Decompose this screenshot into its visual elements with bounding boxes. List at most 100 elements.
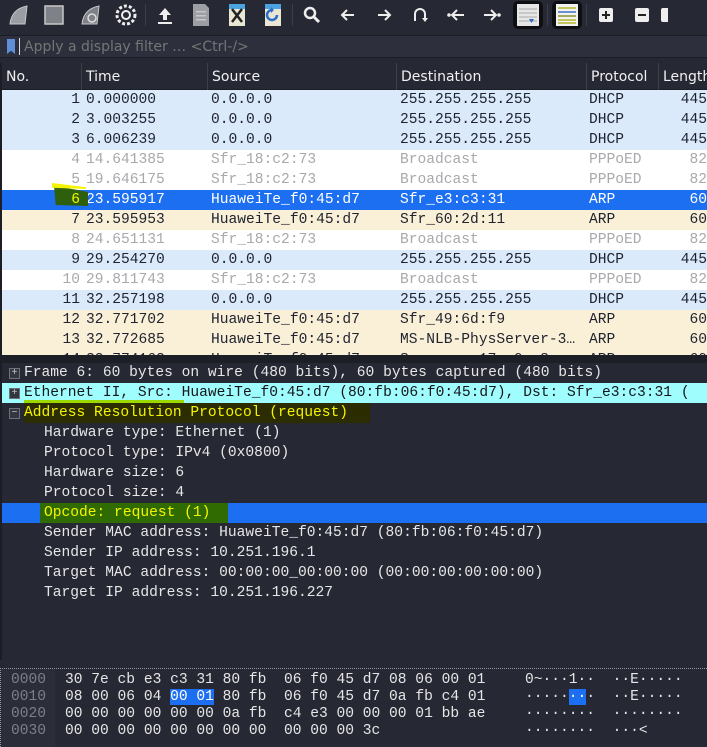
ascii-bytes[interactable]: ········ ········ — [525, 706, 683, 723]
tree-field-opcode[interactable]: Opcode: request (1) — [2, 503, 707, 523]
tree-field-target-mac[interactable]: Target MAC address: 00:00:00_00:00:00 (0… — [2, 563, 707, 583]
tree-item-ethernet[interactable]: + Ethernet II, Src: HuaweiTe_f0:45:d7 (8… — [2, 383, 707, 403]
packet-protocol: DHCP — [589, 292, 625, 308]
ascii-bytes[interactable]: ········ ···< — [525, 723, 648, 740]
packet-source: HuaweiTe_f0:45:d7 — [211, 312, 360, 328]
go-last-packet-button[interactable] — [474, 0, 510, 30]
tree-field-label: Hardware type: Ethernet (1) — [44, 425, 281, 441]
ascii-bytes[interactable]: ········ ··E····· — [525, 689, 683, 706]
tree-field-label: Sender IP address: 10.251.196.1 — [44, 545, 316, 561]
packet-row[interactable]: 12 32.771702 HuaweiTe_f0:45:d7 Sfr_49:6d:f9… — [2, 310, 707, 330]
packet-destination: 255.255.255.255 — [400, 112, 532, 128]
packet-row[interactable]: 7 23.595953 HuaweiTe_f0:45:d7 Sfr_60:2d:11 A… — [2, 210, 707, 230]
zoom-in-icon — [599, 8, 613, 22]
colorize-button[interactable] — [552, 1, 582, 29]
go-to-packet-button[interactable] — [402, 0, 438, 30]
packet-row[interactable]: 4 14.641385 Sfr_18:c2:73 Broadcast PPPoED 82 — [2, 150, 707, 170]
open-file-button[interactable] — [147, 0, 183, 30]
packet-time: 0.000000 — [86, 92, 157, 108]
tree-field-sender-ip[interactable]: Sender IP address: 10.251.196.1 — [2, 543, 707, 563]
packet-length: 60 — [689, 212, 707, 228]
column-header-time[interactable]: Time — [82, 63, 208, 90]
packet-bytes-pane[interactable]: 0000 30 7e cb e3 c3 31 80 fb 06 f0 45 d7… — [0, 668, 707, 747]
packet-time: 24.651131 — [86, 232, 165, 248]
bytes-row: 0030 00 00 00 00 00 00 00 00 00 00 00 3c… — [1, 723, 707, 740]
last-packet-icon — [484, 9, 501, 21]
packet-destination: 255.255.255.255 — [400, 92, 532, 108]
packet-destination: 255.255.255.255 — [400, 132, 532, 148]
packet-number: 6 — [71, 192, 80, 208]
tree-field-protocol-size[interactable]: Protocol size: 4 — [2, 483, 707, 503]
tree-field-target-ip[interactable]: Target IP address: 10.251.196.227 — [2, 583, 707, 603]
packet-row[interactable]: 6 23.595917 HuaweiTe_f0:45:d7 Sfr_e3:c3:31 A… — [2, 190, 707, 210]
expand-plus-icon[interactable]: + — [9, 388, 20, 399]
go-forward-button[interactable] — [366, 0, 402, 30]
packet-row[interactable]: 3 6.006239 0.0.0.0 255.255.255.255 DHCP 445 — [2, 130, 707, 150]
reload-file-button[interactable] — [255, 0, 291, 30]
auto-scroll-button[interactable] — [513, 1, 543, 29]
packet-row[interactable]: 9 29.254270 0.0.0.0 255.255.255.255 DHCP 445 — [2, 250, 707, 270]
hex-bytes[interactable]: 30 7e cb e3 c3 31 80 fb 06 f0 45 d7 08 0… — [65, 672, 485, 689]
zoom-reset-icon — [661, 8, 668, 22]
packet-time: 19.646175 — [86, 172, 165, 188]
hex-bytes[interactable]: 00 00 00 00 00 00 00 00 00 00 00 3c — [65, 723, 380, 740]
packet-row[interactable]: 11 32.257198 0.0.0.0 255.255.255.255 DHCP 445 — [2, 290, 707, 310]
tree-item-arp[interactable]: − Address Resolution Protocol (request) — [2, 403, 707, 423]
column-header-length[interactable]: Length — [659, 63, 707, 90]
packet-row[interactable]: 8 24.651131 Sfr_18:c2:73 Broadcast PPPoED 82 — [2, 230, 707, 250]
packet-length: 445 — [680, 92, 707, 108]
tree-field-hardware-size[interactable]: Hardware size: 6 — [2, 463, 707, 483]
packet-row[interactable]: 2 3.003255 0.0.0.0 255.255.255.255 DHCP 445 — [2, 110, 707, 130]
find-packet-button[interactable] — [294, 0, 330, 30]
restart-capture-button[interactable] — [72, 0, 108, 30]
column-header-destination[interactable]: Destination — [397, 63, 587, 90]
first-packet-icon — [447, 9, 464, 21]
packet-source: Sfr_18:c2:73 — [211, 272, 317, 288]
packet-time: 29.254270 — [86, 252, 165, 268]
hex-bytes[interactable]: 00 00 00 00 00 00 0a fb c4 e3 00 00 00 0… — [65, 706, 485, 723]
pane-splitter[interactable] — [0, 355, 707, 363]
packet-list: No. Time Source Destination Protocol Len… — [0, 63, 707, 355]
arrow-right-icon — [378, 9, 392, 21]
packet-row[interactable]: 10 29.811743 Sfr_18:c2:73 Broadcast PPPoED 82 — [2, 270, 707, 290]
column-header-protocol[interactable]: Protocol — [587, 63, 659, 90]
packet-protocol: DHCP — [589, 252, 625, 268]
shark-fin-icon — [9, 5, 28, 25]
packet-row[interactable]: 1 0.000000 0.0.0.0 255.255.255.255 DHCP 445 — [2, 90, 707, 110]
toolbar-separator — [145, 4, 146, 26]
tree-field-hardware-type[interactable]: Hardware type: Ethernet (1) — [2, 423, 707, 443]
column-header-source[interactable]: Source — [208, 63, 397, 90]
start-capture-button[interactable] — [0, 0, 36, 30]
display-filter-input[interactable] — [24, 38, 684, 55]
zoom-reset-button[interactable] — [660, 0, 672, 30]
capture-options-button[interactable] — [108, 0, 144, 30]
packet-rows: 1 0.000000 0.0.0.0 255.255.255.255 DHCP 445 2 3… — [2, 90, 707, 355]
tree-item-frame[interactable]: + Frame 6: 60 bytes on wire (480 bits), … — [2, 363, 707, 383]
packet-row[interactable]: 5 19.646175 Sfr_18:c2:73 Broadcast PPPoED 82 — [2, 170, 707, 190]
tree-field-sender-mac[interactable]: Sender MAC address: HuaweiTe_f0:45:d7 (8… — [2, 523, 707, 543]
packet-row[interactable]: 13 32.772685 HuaweiTe_f0:45:d7 MS-NLB-PhysS… — [2, 330, 707, 350]
packet-number: 1 — [71, 92, 80, 108]
packet-length: 82 — [689, 272, 707, 288]
stop-capture-button[interactable] — [36, 0, 72, 30]
packet-destination: 255.255.255.255 — [400, 252, 532, 268]
hex-bytes[interactable]: 08 00 06 04 00 01 80 fb 06 f0 45 d7 0a f… — [65, 689, 485, 706]
expand-plus-icon[interactable]: + — [9, 368, 20, 379]
packet-source: 0.0.0.0 — [211, 252, 273, 268]
close-file-button[interactable] — [219, 0, 255, 30]
bookmark-icon[interactable] — [7, 39, 15, 54]
packet-source: 0.0.0.0 — [211, 92, 273, 108]
hex-bytes-highlighted: 00 01 — [170, 689, 214, 705]
zoom-in-button[interactable] — [588, 0, 624, 30]
go-back-button[interactable] — [330, 0, 366, 30]
packet-length: 445 — [680, 252, 707, 268]
save-file-button[interactable] — [183, 0, 219, 30]
tree-field-protocol-type[interactable]: Protocol type: IPv4 (0x0800) — [2, 443, 707, 463]
column-header-no[interactable]: No. — [2, 63, 82, 90]
ascii-highlighted: ·· — [568, 689, 587, 705]
go-first-packet-button[interactable] — [438, 0, 474, 30]
ascii-bytes[interactable]: 0~···1·· ··E····· — [525, 672, 683, 689]
zoom-out-button[interactable] — [624, 0, 660, 30]
collapse-minus-icon[interactable]: − — [9, 408, 20, 419]
hex-bytes-post: 80 fb 06 f0 45 d7 0a fb c4 01 — [213, 689, 486, 705]
